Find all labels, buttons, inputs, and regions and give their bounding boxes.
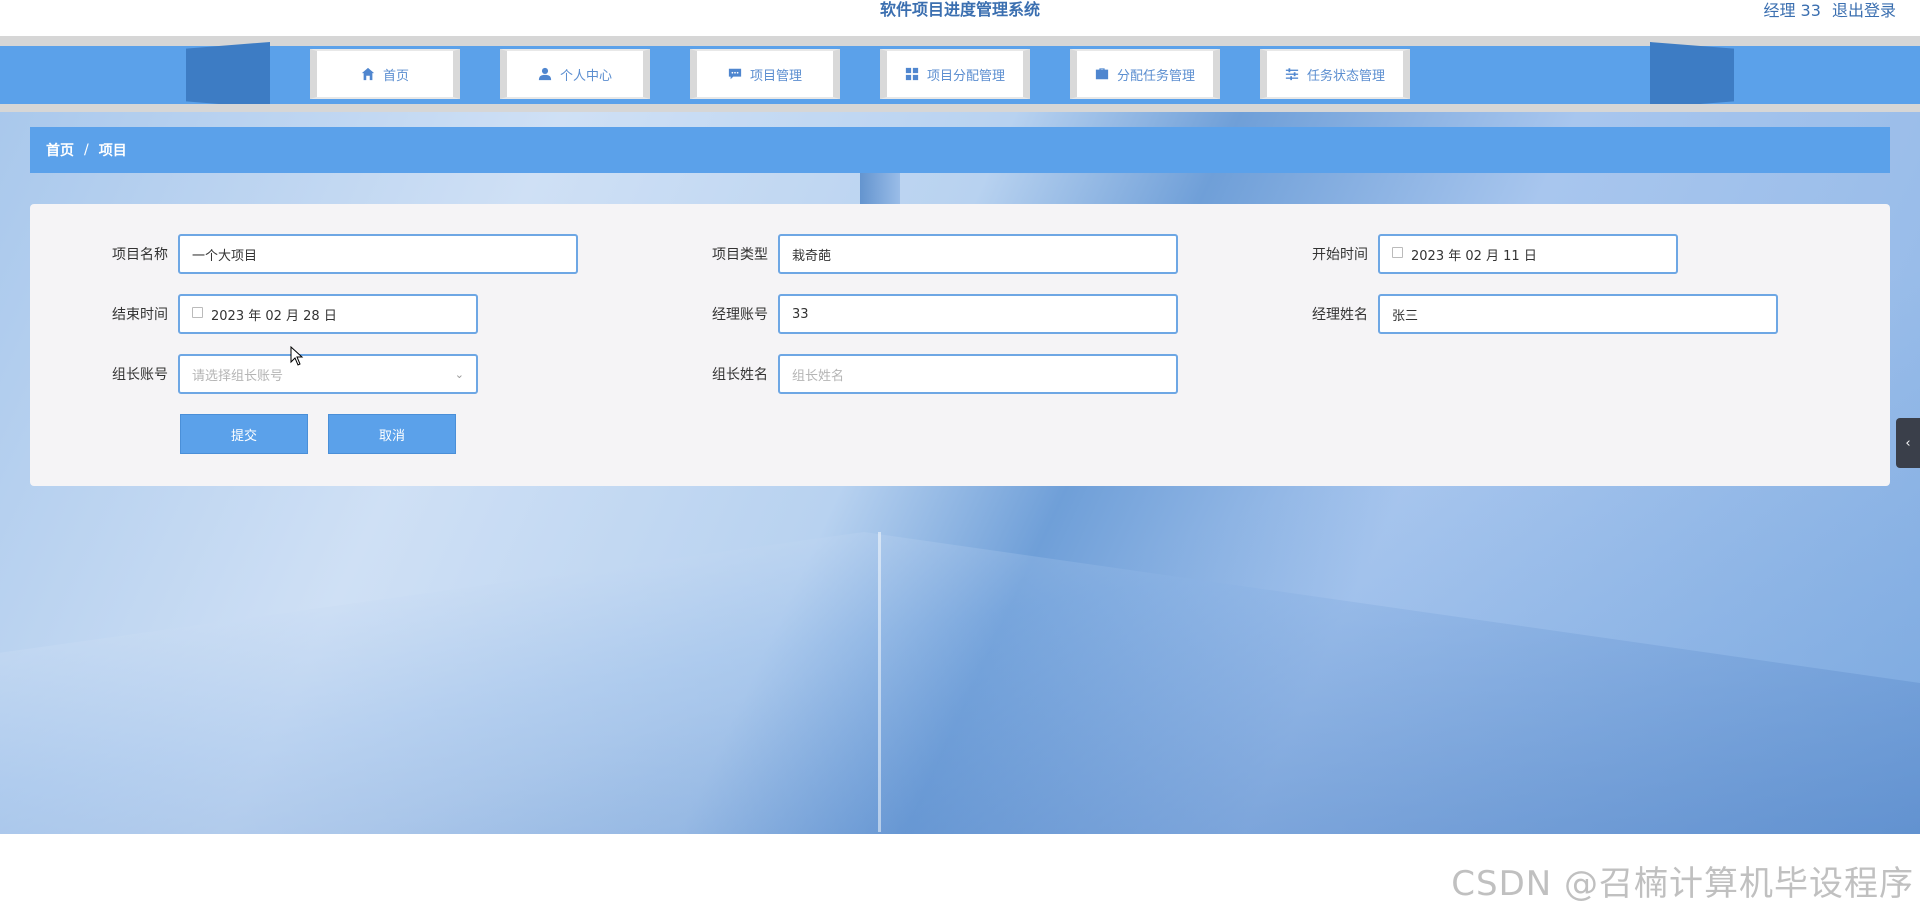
site-title: 软件项目进度管理系统 bbox=[879, 0, 1040, 19]
leader-name-input[interactable]: 组长姓名 bbox=[778, 354, 1178, 394]
calendar-icon bbox=[192, 306, 203, 318]
main-nav: 首页 个人中心 项目管理 项目分配管理 分配任务管理 任务状态管理 bbox=[0, 42, 1920, 108]
field-project-name: 项目名称 一个大项目 bbox=[98, 234, 578, 274]
end-time-picker[interactable]: 2023 年 02 月 28 日 bbox=[178, 294, 478, 334]
project-name-label: 项目名称 bbox=[112, 247, 168, 263]
briefcase-icon bbox=[1095, 67, 1109, 81]
nav-decoration-left bbox=[186, 42, 270, 108]
background-beam bbox=[878, 532, 881, 832]
start-time-label: 开始时间 bbox=[1312, 247, 1368, 263]
leader-name-label: 组长姓名 bbox=[712, 367, 768, 383]
project-type-value: 栽奇葩 bbox=[792, 248, 832, 264]
field-manager-name: 经理姓名 张三 bbox=[1298, 294, 1778, 334]
manager-account-value: 33 bbox=[792, 306, 809, 322]
project-type-input[interactable]: 栽奇葩 bbox=[778, 234, 1178, 274]
manager-name-input[interactable]: 张三 bbox=[1378, 294, 1778, 334]
leader-account-placeholder: 请选择组长账号 bbox=[192, 368, 284, 384]
project-form: 项目名称 一个大项目 项目类型 栽奇葩 开始时间 2023 年 02 月 11 … bbox=[30, 204, 1890, 486]
field-end-time: 结束时间 2023 年 02 月 28 日 bbox=[98, 294, 478, 334]
nav-item-profile[interactable]: 个人中心 bbox=[500, 49, 650, 99]
submit-button[interactable]: 提交 bbox=[180, 414, 308, 454]
user-area: 经理 33 退出登录 bbox=[1757, 0, 1896, 21]
user-label: 经理 33 bbox=[1763, 1, 1821, 20]
nav-bottom-border bbox=[0, 104, 1920, 112]
nav-item-task-status[interactable]: 任务状态管理 bbox=[1260, 49, 1410, 99]
breadcrumb-home[interactable]: 首页 bbox=[46, 140, 74, 160]
nav-item-label: 个人中心 bbox=[559, 68, 612, 84]
breadcrumb-current: 项目 bbox=[98, 143, 127, 159]
project-name-value: 一个大项目 bbox=[192, 248, 258, 264]
nav-item-project-management[interactable]: 项目管理 bbox=[690, 49, 840, 99]
field-leader-account: 组长账号 请选择组长账号 ⌄ bbox=[98, 354, 478, 394]
logout-link[interactable]: 退出登录 bbox=[1832, 1, 1896, 20]
field-start-time: 开始时间 2023 年 02 月 11 日 bbox=[1298, 234, 1678, 274]
watermark: CSDN @召楠计算机毕设程序 bbox=[1451, 864, 1914, 904]
leader-account-label: 组长账号 bbox=[112, 367, 168, 383]
nav-item-label: 首页 bbox=[382, 68, 409, 84]
chat-icon bbox=[728, 67, 742, 81]
cancel-button[interactable]: 取消 bbox=[328, 414, 456, 454]
field-leader-name: 组长姓名 组长姓名 bbox=[698, 354, 1178, 394]
breadcrumb-separator: / bbox=[84, 142, 89, 158]
start-time-value: 2023 年 02 月 11 日 bbox=[1411, 248, 1537, 264]
field-manager-account: 经理账号 33 bbox=[698, 294, 1178, 334]
project-name-input[interactable]: 一个大项目 bbox=[178, 234, 578, 274]
home-icon bbox=[361, 67, 375, 81]
nav-decoration-right bbox=[1650, 42, 1734, 108]
project-type-label: 项目类型 bbox=[712, 247, 768, 263]
chevron-left-icon: ‹ bbox=[1905, 435, 1911, 451]
chevron-down-icon: ⌄ bbox=[454, 367, 464, 381]
mouse-cursor-icon bbox=[290, 346, 304, 366]
nav-item-label: 分配任务管理 bbox=[1116, 68, 1195, 84]
user-icon bbox=[538, 67, 552, 81]
breadcrumb: 首页 / 项目 bbox=[30, 127, 1890, 173]
end-time-value: 2023 年 02 月 28 日 bbox=[211, 308, 337, 324]
manager-name-label: 经理姓名 bbox=[1312, 307, 1368, 323]
nav-item-label: 项目管理 bbox=[749, 68, 802, 84]
nav-item-project-allocation[interactable]: 项目分配管理 bbox=[880, 49, 1030, 99]
nav-item-label: 项目分配管理 bbox=[926, 68, 1005, 84]
leader-account-select[interactable]: 请选择组长账号 ⌄ bbox=[178, 354, 478, 394]
background-floor bbox=[0, 532, 1920, 834]
manager-account-input[interactable]: 33 bbox=[778, 294, 1178, 334]
end-time-label: 结束时间 bbox=[112, 307, 168, 323]
field-project-type: 项目类型 栽奇葩 bbox=[698, 234, 1178, 274]
nav-top-border bbox=[0, 36, 1920, 46]
sliders-icon bbox=[1285, 67, 1299, 81]
leader-name-placeholder: 组长姓名 bbox=[792, 368, 845, 384]
nav-item-task-allocation[interactable]: 分配任务管理 bbox=[1070, 49, 1220, 99]
side-panel-toggle[interactable]: ‹ bbox=[1896, 418, 1920, 468]
top-header: 软件项目进度管理系统 经理 33 退出登录 bbox=[0, 0, 1920, 36]
nav-item-home[interactable]: 首页 bbox=[310, 49, 460, 99]
manager-name-value: 张三 bbox=[1392, 308, 1419, 324]
grid-icon bbox=[905, 67, 919, 81]
nav-item-label: 任务状态管理 bbox=[1306, 68, 1385, 84]
start-time-picker[interactable]: 2023 年 02 月 11 日 bbox=[1378, 234, 1678, 274]
calendar-icon bbox=[1392, 246, 1403, 258]
manager-account-label: 经理账号 bbox=[712, 307, 768, 323]
